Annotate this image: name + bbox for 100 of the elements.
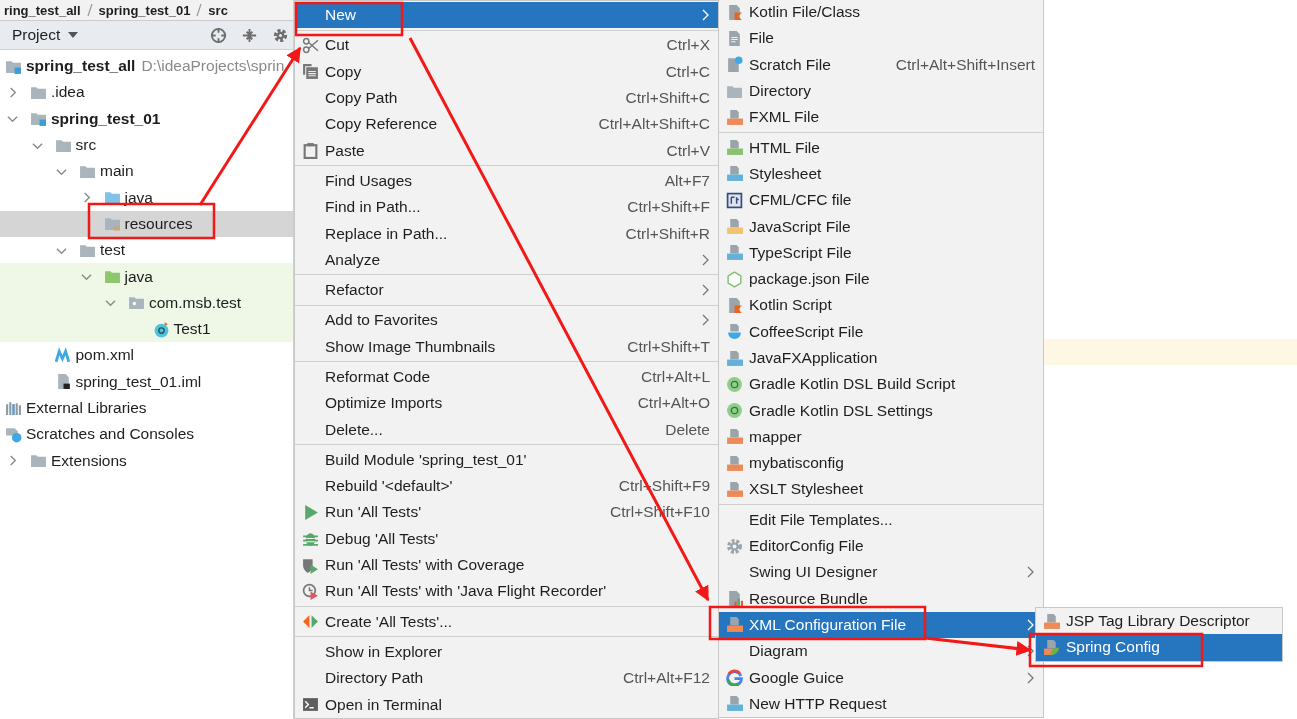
tree-row[interactable]: External Libraries — [0, 394, 293, 422]
tree-row[interactable]: spring_test_01.iml — [0, 368, 293, 395]
hexagon-icon — [725, 270, 743, 288]
menu-item[interactable]: Stylesheet — [719, 160, 1043, 188]
menu-item[interactable]: Gradle Kotlin DSL Settings — [719, 397, 1043, 424]
tree-item-label: spring_test_all — [26, 57, 136, 76]
tree-row[interactable]: main — [0, 158, 293, 185]
tree-row[interactable]: .idea — [0, 79, 293, 106]
shortcut-label: Ctrl+Shift+T — [627, 337, 710, 356]
menu-item[interactable]: HTML File — [719, 134, 1043, 161]
panel-title-dropdown[interactable]: Project — [12, 26, 61, 44]
settings-icon[interactable] — [272, 26, 289, 44]
menu-item[interactable]: Build Module 'spring_test_01' — [295, 446, 718, 474]
slash-separator-icon — [86, 3, 93, 17]
menu-item[interactable]: Replace in Path... Ctrl+Shift+R — [295, 220, 718, 247]
menu-item[interactable]: Copy Ctrl+C — [295, 58, 718, 85]
menu-item[interactable]: CoffeeScript File — [719, 318, 1043, 345]
menu-item[interactable]: EditorConfig File — [719, 532, 1043, 560]
menu-item[interactable]: mybatisconfig — [719, 450, 1043, 477]
tree-row[interactable]: Scratches and Consoles — [0, 421, 293, 448]
shortcut-label: Ctrl+Shift+C — [625, 89, 710, 108]
menu-item[interactable]: Spring Config — [1036, 634, 1282, 661]
menu-item[interactable]: Delete... Delete — [295, 416, 718, 443]
expanded-chevron-icon[interactable] — [80, 271, 92, 282]
menu-item[interactable]: Edit File Templates... — [719, 506, 1043, 533]
locate-icon[interactable] — [210, 26, 227, 44]
project-path: D:\ideaProjects\sprin — [141, 57, 285, 76]
menu-item[interactable]: mapper — [719, 423, 1043, 451]
tree-row[interactable]: java — [0, 263, 293, 290]
menu-item[interactable]: Gradle Kotlin DSL Build Script — [719, 371, 1043, 398]
scissors-icon — [301, 36, 319, 54]
menu-item[interactable]: New HTTP Request — [719, 690, 1043, 717]
expanded-chevron-icon[interactable] — [105, 297, 116, 309]
tree-row[interactable]: java — [0, 184, 293, 211]
menu-item[interactable]: Open in Terminal — [295, 691, 718, 718]
menu-item[interactable]: Refactor — [295, 276, 718, 304]
menu-item[interactable]: Copy Path Ctrl+Shift+C — [295, 84, 718, 112]
shortcut-label: Ctrl+Alt+Shift+C — [598, 115, 710, 134]
submenu-chevron-icon — [702, 9, 710, 22]
menu-item[interactable]: XSLT Stylesheet — [719, 476, 1043, 503]
tree-row[interactable]: test — [0, 237, 293, 264]
submenu-chevron-icon — [1027, 671, 1035, 684]
menu-item[interactable]: Google Guice — [719, 664, 1043, 691]
shortcut-label: Ctrl+Alt+O — [637, 394, 710, 413]
menu-item[interactable]: Add to Favorites — [295, 307, 718, 334]
shortcut-label: Alt+F7 — [664, 171, 710, 190]
tree-row[interactable]: resources — [0, 210, 293, 238]
package-icon — [128, 294, 145, 312]
menu-item[interactable]: Optimize Imports Ctrl+Alt+O — [295, 390, 718, 417]
menu-item[interactable]: Run 'All Tests' with 'Java Flight Recorder' — [295, 578, 718, 605]
dropdown-triangle-icon[interactable] — [68, 32, 79, 38]
menu-item[interactable]: Copy Reference Ctrl+Alt+Shift+C — [295, 111, 718, 138]
tree-row[interactable]: spring_test_01 — [0, 105, 293, 132]
breadcrumb-item[interactable]: spring_test_01 — [98, 2, 191, 18]
menu-item[interactable]: CFML/CFC file — [719, 187, 1043, 214]
menu-item[interactable]: TypeScript File — [719, 239, 1043, 266]
menu-item[interactable]: Create 'All Tests'... — [295, 608, 718, 635]
tree-row[interactable]: com.msb.test — [0, 289, 293, 316]
menu-item[interactable]: Show Image Thumbnails Ctrl+Shift+T — [295, 333, 718, 360]
menu-item[interactable]: Debug 'All Tests' — [295, 525, 718, 552]
cfml-icon — [725, 191, 743, 209]
menu-item[interactable]: Scratch File Ctrl+Alt+Shift+Insert — [719, 51, 1043, 78]
tree-row[interactable]: pom.xml — [0, 342, 293, 369]
collapse-icon[interactable] — [241, 26, 258, 44]
menu-item[interactable]: Show in Explorer — [295, 638, 718, 666]
menu-item[interactable]: FXML File — [719, 104, 1043, 131]
menu-item[interactable]: Cut Ctrl+X — [295, 32, 718, 59]
shortcut-label: Ctrl+Alt+L — [641, 368, 710, 386]
xml-file-icon — [725, 481, 743, 498]
menu-item[interactable]: Analyze — [295, 246, 718, 273]
class-icon — [152, 320, 170, 338]
breadcrumb-item[interactable]: ring_test_all — [4, 2, 81, 18]
menu-item[interactable]: File — [719, 25, 1043, 52]
tree-row[interactable]: Test1 — [0, 315, 293, 343]
menu-item[interactable]: Directory Path Ctrl+Alt+F12 — [295, 665, 718, 692]
tree-item-label: java — [124, 188, 153, 207]
menu-item[interactable]: JavaFXApplication — [719, 344, 1043, 372]
tree-row[interactable]: Extensions — [0, 447, 293, 474]
expanded-chevron-icon[interactable] — [7, 113, 18, 125]
collapsed-chevron-icon[interactable] — [7, 455, 18, 467]
breadcrumb-item[interactable]: src — [208, 2, 228, 18]
menu-item[interactable]: Find Usages Alt+F7 — [295, 167, 718, 195]
menu-item[interactable]: Swing UI Designer — [719, 559, 1043, 586]
menu-item[interactable]: Kotlin Script — [719, 292, 1043, 319]
menu-item[interactable]: package.json File — [719, 265, 1043, 293]
resources-folder-icon — [103, 215, 121, 233]
menu-item[interactable]: Directory — [719, 77, 1043, 105]
xml-file-icon — [725, 454, 743, 472]
collapsed-chevron-icon[interactable] — [7, 86, 18, 98]
tree-row[interactable]: spring_test_all D:\ideaProjects\sprin — [0, 53, 293, 80]
menu-item[interactable]: Run 'All Tests' with Coverage — [295, 551, 718, 579]
menu-item[interactable]: Find in Path... Ctrl+Shift+F — [295, 194, 718, 221]
menu-item[interactable]: New — [295, 2, 718, 29]
menu-item[interactable]: Paste Ctrl+V — [295, 137, 718, 164]
coverage-icon — [301, 556, 319, 574]
menu-item[interactable]: Reformat Code Ctrl+Alt+L — [295, 363, 718, 391]
menu-item[interactable]: JavaScript File — [719, 213, 1043, 240]
tree-row[interactable]: src — [0, 131, 293, 159]
menu-item[interactable]: Kotlin File/Class — [719, 0, 1043, 26]
tree-item-label: java — [124, 267, 153, 286]
